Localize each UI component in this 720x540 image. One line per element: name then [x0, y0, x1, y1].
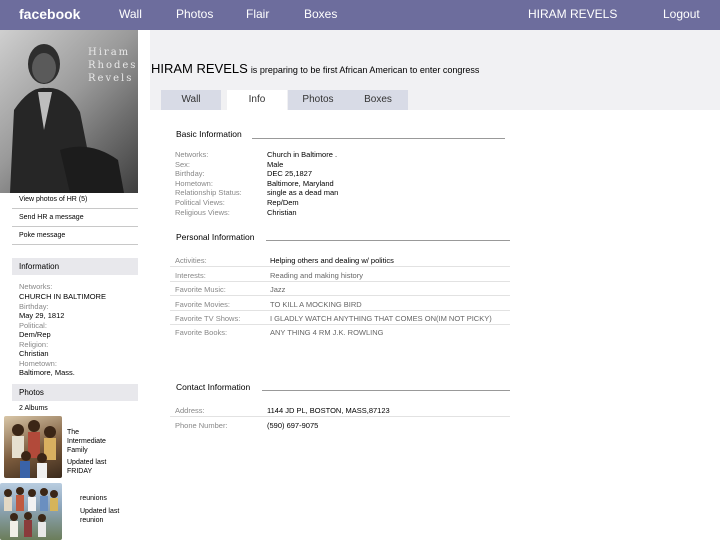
address-value: 1144 JD PL, BOSTON, MASS,87123	[267, 406, 390, 415]
albums-count-link[interactable]: 2 Albums	[19, 405, 48, 412]
tab-boxes[interactable]: Boxes	[348, 90, 408, 110]
basic-information-title: Basic Information	[176, 129, 242, 139]
row-divider	[170, 281, 510, 282]
row-divider	[170, 416, 510, 417]
basic-birthday-value: DEC 25,1827	[267, 169, 313, 178]
political-value: Dem/Rep	[19, 330, 51, 339]
favorite-tv-label: Favorite TV Shows:	[175, 314, 241, 323]
religion-label: Religion:	[19, 340, 49, 349]
send-message-link[interactable]: Send HR a message	[19, 214, 84, 221]
phone-value: (590) 697-9075	[267, 421, 319, 430]
overlay-last-name: Revels	[88, 73, 134, 84]
basic-relationship-value: single as a dead man	[267, 188, 339, 197]
address-label: Address:	[175, 406, 205, 415]
photos-box-header[interactable]: Photos	[12, 384, 138, 401]
basic-sex-label: Sex:	[175, 160, 191, 169]
basic-hometown-value: Baltimore, Maryland	[267, 179, 334, 188]
information-box-header[interactable]: Information	[12, 258, 138, 275]
album-family-updated-line1: Updated last	[67, 459, 107, 466]
tab-info[interactable]: Info	[227, 90, 287, 110]
nav-boxes-link[interactable]: Boxes	[304, 7, 337, 21]
status-text: is preparing to be first African America…	[250, 65, 480, 75]
activities-value: Helping others and dealing w/ politics	[270, 256, 394, 265]
user-name-link[interactable]: HIRAM REVELS	[528, 7, 617, 21]
top-navigation-bar: facebook Wall Photos Flair Boxes HIRAM R…	[0, 0, 720, 30]
row-divider	[170, 295, 510, 296]
album-family-title-line1[interactable]: The	[67, 429, 79, 436]
section-rule	[252, 138, 505, 139]
album-family-title-line2[interactable]: Intermediate	[67, 438, 106, 445]
divider	[12, 244, 138, 245]
album-reunions-title[interactable]: reunions	[80, 495, 107, 502]
basic-religious-value: Christian	[267, 208, 297, 217]
favorite-books-value: ANY THING 4 RM J.K. ROWLING	[270, 328, 384, 337]
logout-link[interactable]: Logout	[663, 7, 700, 21]
hometown-value: Baltimore, Mass.	[19, 368, 75, 377]
nav-photos-link[interactable]: Photos	[176, 7, 213, 21]
row-divider	[170, 266, 510, 267]
interests-label: Interests:	[175, 271, 206, 280]
interests-value: Reading and making history	[270, 271, 363, 280]
personal-information-title: Personal Information	[176, 232, 255, 242]
photo-name-overlay: Hiram Rhodes Revels	[88, 46, 137, 85]
section-rule	[262, 390, 510, 391]
album-thumbnail-reunions[interactable]	[0, 483, 62, 540]
album-family-title-line3[interactable]: Family	[67, 447, 88, 454]
basic-networks-label: Networks:	[175, 150, 209, 159]
profile-photo[interactable]: Hiram Rhodes Revels	[0, 30, 138, 193]
favorite-movies-value: TO KILL A MOCKING BIRD	[270, 300, 362, 309]
row-divider	[170, 310, 510, 311]
album-reunions-updated-line1: Updated last	[80, 508, 120, 515]
basic-religious-label: Religious Views:	[175, 208, 230, 217]
divider	[12, 226, 138, 227]
tab-wall[interactable]: Wall	[161, 90, 221, 110]
basic-birthday-label: Birthday:	[175, 169, 205, 178]
album-reunions-updated-line2: reunion	[80, 517, 104, 524]
view-photos-link[interactable]: View photos of HR (5)	[19, 196, 87, 203]
reunion-photo-figures	[4, 487, 58, 537]
networks-label: Networks:	[19, 282, 53, 291]
basic-political-label: Political Views:	[175, 198, 225, 207]
favorite-music-label: Favorite Music:	[175, 285, 226, 294]
activities-label: Activities:	[175, 256, 207, 265]
section-rule	[266, 240, 510, 241]
basic-political-value: Rep/Dem	[267, 198, 299, 207]
family-photo-figures	[12, 420, 56, 478]
favorite-tv-value: I GLADLY WATCH ANYTHING THAT COMES ON(IM…	[270, 314, 492, 323]
political-label: Political:	[19, 321, 47, 330]
nav-wall-link[interactable]: Wall	[119, 7, 142, 21]
basic-sex-value: Male	[267, 160, 284, 169]
profile-headline: HIRAM REVELS is preparing to be first Afr…	[151, 60, 479, 78]
networks-value[interactable]: CHURCH IN BALTIMORE	[19, 292, 106, 301]
religion-value: Christian	[19, 349, 49, 358]
row-divider	[170, 324, 510, 325]
birthday-label: Birthday:	[19, 302, 49, 311]
favorite-music-value: Jazz	[270, 285, 286, 294]
album-thumbnail-family[interactable]	[4, 416, 62, 478]
facebook-logo[interactable]: facebook	[19, 6, 80, 22]
phone-label: Phone Number:	[175, 421, 228, 430]
divider	[12, 208, 138, 209]
basic-relationship-label: Relationship Status:	[175, 188, 242, 197]
poke-link[interactable]: Poke message	[19, 232, 65, 239]
album-family-updated-line2: FRIDAY	[67, 468, 93, 475]
basic-hometown-label: Hometown:	[175, 179, 213, 188]
basic-networks-value[interactable]: Church in Baltimore .	[267, 150, 337, 159]
birthday-value: May 29, 1812	[19, 311, 65, 320]
hometown-label: Hometown:	[19, 359, 57, 368]
overlay-first-name: Hiram	[88, 47, 131, 58]
tab-photos[interactable]: Photos	[288, 90, 348, 110]
profile-name: HIRAM REVELS	[151, 61, 248, 76]
favorite-movies-label: Favorite Movies:	[175, 300, 231, 309]
nav-flair-link[interactable]: Flair	[246, 7, 269, 21]
favorite-books-label: Favorite Books:	[175, 328, 228, 337]
contact-information-title: Contact Information	[176, 382, 251, 392]
overlay-middle-name: Rhodes	[88, 60, 138, 71]
